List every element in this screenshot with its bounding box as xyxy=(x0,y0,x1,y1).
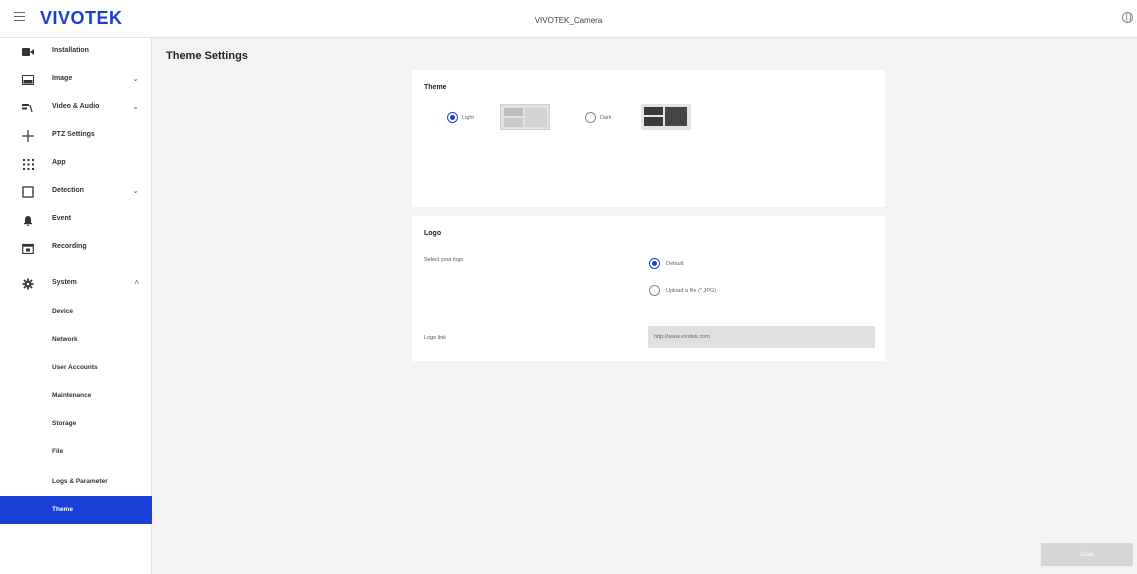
sidebar-subitem-label: File xyxy=(52,448,64,455)
logo-card: Logo Select your logo Default Upload a f… xyxy=(412,216,885,361)
select-logo-label: Select your logo xyxy=(424,257,464,263)
theme-light-label: Light xyxy=(462,115,474,121)
sidebar-subitem-network[interactable]: Network xyxy=(0,326,152,354)
bell-icon xyxy=(22,214,34,226)
top-bar: VIVOTEK VIVOTEK_Camera xyxy=(0,0,1137,38)
sidebar-item-label: Recording xyxy=(52,243,87,250)
sidebar-item-detection[interactable]: Detection ⌄ xyxy=(0,178,152,206)
logo-default-radio[interactable] xyxy=(649,258,660,269)
chevron-down-icon: ⌄ xyxy=(132,102,139,111)
sidebar-item-event[interactable]: Event xyxy=(0,206,152,234)
camera-title: VIVOTEK_Camera xyxy=(534,16,603,25)
sidebar-subitem-label: Theme xyxy=(52,506,73,513)
sidebar: Installation Image ⌄ Video & Audio ⌄ PTZ… xyxy=(0,38,152,574)
sidebar-item-label: Video & Audio xyxy=(52,103,100,110)
sidebar-subitem-logs-parameter[interactable]: Logs & Parameter xyxy=(0,468,152,496)
sidebar-subitem-theme[interactable]: Theme xyxy=(0,496,152,524)
sidebar-item-label: Detection xyxy=(52,187,84,194)
theme-card: Theme Light Dark xyxy=(412,70,885,207)
sidebar-subitem-device[interactable]: Device xyxy=(0,298,152,326)
sidebar-item-ptz-settings[interactable]: PTZ Settings xyxy=(0,122,152,150)
sidebar-item-label: Image xyxy=(52,75,73,82)
chevron-down-icon: ⌄ xyxy=(132,74,139,83)
sidebar-item-label: App xyxy=(52,159,66,166)
sidebar-item-label: Installation xyxy=(52,47,89,54)
sidebar-item-video-audio[interactable]: Video & Audio ⌄ xyxy=(0,94,152,122)
theme-light-preview[interactable] xyxy=(500,104,550,130)
logo-upload-label: Upload a file (*.JPG) xyxy=(666,288,717,294)
logo-default-label: Default xyxy=(666,261,684,267)
recording-icon xyxy=(22,242,34,254)
sidebar-subitem-maintenance[interactable]: Maintenance xyxy=(0,382,152,410)
sidebar-subitem-label: User Accounts xyxy=(52,364,98,371)
sidebar-item-label: System xyxy=(52,279,77,286)
ptz-icon xyxy=(22,130,34,142)
theme-card-title: Theme xyxy=(424,84,447,91)
theme-dark-radio[interactable] xyxy=(585,112,596,123)
app-grid-icon xyxy=(22,158,34,170)
sidebar-subitem-label: Network xyxy=(52,336,78,343)
chevron-down-icon: ⌄ xyxy=(132,186,139,195)
theme-dark-label: Dark xyxy=(600,115,612,121)
page-title: Theme Settings xyxy=(166,50,248,62)
theme-dark-preview[interactable] xyxy=(641,104,691,130)
camera-icon xyxy=(22,46,34,58)
logo-upload-radio[interactable] xyxy=(649,285,660,296)
sidebar-item-image[interactable]: Image ⌄ xyxy=(0,66,152,94)
globe-icon[interactable] xyxy=(1122,12,1133,23)
sidebar-subitem-file[interactable]: File xyxy=(0,438,152,466)
chevron-up-icon: ˄ xyxy=(134,278,139,287)
image-icon xyxy=(22,74,34,86)
sidebar-item-app[interactable]: App xyxy=(0,150,152,178)
sidebar-subitem-label: Storage xyxy=(52,420,77,427)
video-audio-icon xyxy=(22,102,34,114)
sidebar-subitem-storage[interactable]: Storage xyxy=(0,410,152,438)
sidebar-item-label: PTZ Settings xyxy=(52,131,95,138)
logo-link-input[interactable] xyxy=(648,326,875,348)
sidebar-subitem-label: Maintenance xyxy=(52,392,92,399)
sidebar-item-label: Event xyxy=(52,215,72,222)
sidebar-subitem-label: Logs & Parameter xyxy=(52,478,108,485)
theme-light-radio[interactable] xyxy=(447,112,458,123)
detection-icon xyxy=(22,186,34,198)
sidebar-subitem-label: Device xyxy=(52,308,73,315)
sidebar-item-installation[interactable]: Installation xyxy=(0,38,152,66)
logo-card-title: Logo xyxy=(424,230,442,237)
logo-link-label: Logo link xyxy=(424,335,447,341)
sidebar-item-recording[interactable]: Recording xyxy=(0,234,152,262)
gear-icon xyxy=(22,278,34,290)
sidebar-item-system[interactable]: System ˄ xyxy=(0,270,152,298)
sidebar-subitem-user-accounts[interactable]: User Accounts xyxy=(0,354,152,382)
save-button[interactable]: Save xyxy=(1041,543,1133,566)
